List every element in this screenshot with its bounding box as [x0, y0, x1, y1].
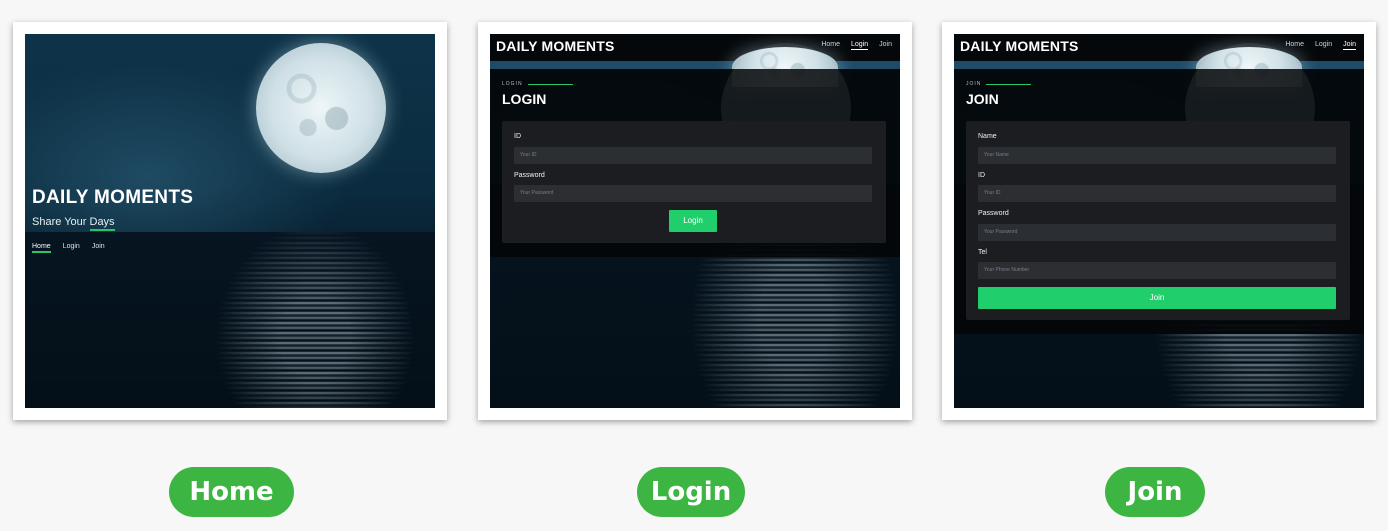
caption-login: Login	[637, 467, 745, 517]
join-button[interactable]: Join	[978, 287, 1336, 309]
breadcrumb: JOIN	[966, 81, 1032, 87]
home-subtitle: Share Your Days	[32, 216, 115, 231]
top-nav-bar: DAILY MOMENTS Home Login Join	[954, 34, 1364, 61]
top-nav: Home Login Join	[1285, 41, 1356, 50]
page-title: JOIN	[966, 91, 999, 107]
sea-image	[25, 232, 435, 408]
caption-home: Home	[169, 467, 294, 517]
breadcrumb-label: LOGIN	[502, 81, 523, 87]
top-nav: Home Login Join	[821, 41, 892, 50]
brand-logo[interactable]: DAILY MOMENTS	[496, 38, 615, 54]
id-label: ID	[978, 172, 985, 179]
nav-join[interactable]: Join	[879, 41, 892, 50]
breadcrumb-line	[527, 83, 573, 85]
nav-login[interactable]: Login	[63, 243, 80, 253]
caption-join: Join	[1105, 467, 1205, 517]
breadcrumb-label: JOIN	[966, 81, 982, 87]
password-label: Password	[978, 210, 1009, 217]
hero-strip	[954, 47, 1364, 87]
id-input[interactable]	[978, 185, 1336, 202]
breadcrumb-line	[986, 83, 1032, 85]
password-label: Password	[514, 172, 545, 179]
home-title: DAILY MOMENTS	[32, 187, 194, 208]
join-form: Name ID Password Tel Join	[966, 121, 1350, 320]
moon-image	[256, 43, 386, 173]
subtitle-text: Share Your	[32, 216, 90, 228]
name-label: Name	[978, 133, 997, 140]
subtitle-highlight: Days	[89, 216, 115, 231]
nav-home[interactable]: Home	[821, 41, 840, 50]
hero-strip	[490, 47, 900, 87]
login-screen: DAILY MOMENTS Home Login Join LOGIN LOGI…	[490, 34, 900, 408]
id-input[interactable]	[514, 147, 872, 164]
password-input[interactable]	[514, 185, 872, 202]
nav-login[interactable]: Login	[1315, 41, 1332, 50]
tel-input[interactable]	[978, 262, 1336, 279]
nav-login[interactable]: Login	[851, 41, 869, 50]
page-title: LOGIN	[502, 91, 547, 107]
login-form: ID Password Login	[502, 121, 886, 243]
top-nav-bar: DAILY MOMENTS Home Login Join	[490, 34, 900, 61]
login-overlay: LOGIN LOGIN ID Password Login	[490, 43, 900, 257]
home-nav: Home Login Join	[32, 243, 105, 253]
nav-join[interactable]: Join	[1343, 41, 1356, 50]
login-screenshot-frame: DAILY MOMENTS Home Login Join LOGIN LOGI…	[478, 22, 912, 420]
join-overlay: JOIN JOIN Name ID Password Tel Join	[954, 43, 1364, 334]
breadcrumb: LOGIN	[502, 81, 573, 87]
id-label: ID	[514, 133, 521, 140]
password-input[interactable]	[978, 224, 1336, 241]
moon-reflection	[215, 232, 415, 408]
login-button[interactable]: Login	[669, 210, 717, 232]
home-screenshot-frame: DAILY MOMENTS Share Your Days Home Login…	[13, 22, 447, 420]
join-screenshot-frame: DAILY MOMENTS Home Login Join JOIN JOIN …	[942, 22, 1376, 420]
nav-home[interactable]: Home	[1285, 41, 1304, 50]
nav-join[interactable]: Join	[92, 243, 105, 253]
join-screen: DAILY MOMENTS Home Login Join JOIN JOIN …	[954, 34, 1364, 408]
home-screen: DAILY MOMENTS Share Your Days Home Login…	[25, 34, 435, 408]
tel-label: Tel	[978, 249, 987, 256]
nav-home[interactable]: Home	[32, 243, 51, 253]
brand-logo[interactable]: DAILY MOMENTS	[960, 38, 1079, 54]
name-input[interactable]	[978, 147, 1336, 164]
